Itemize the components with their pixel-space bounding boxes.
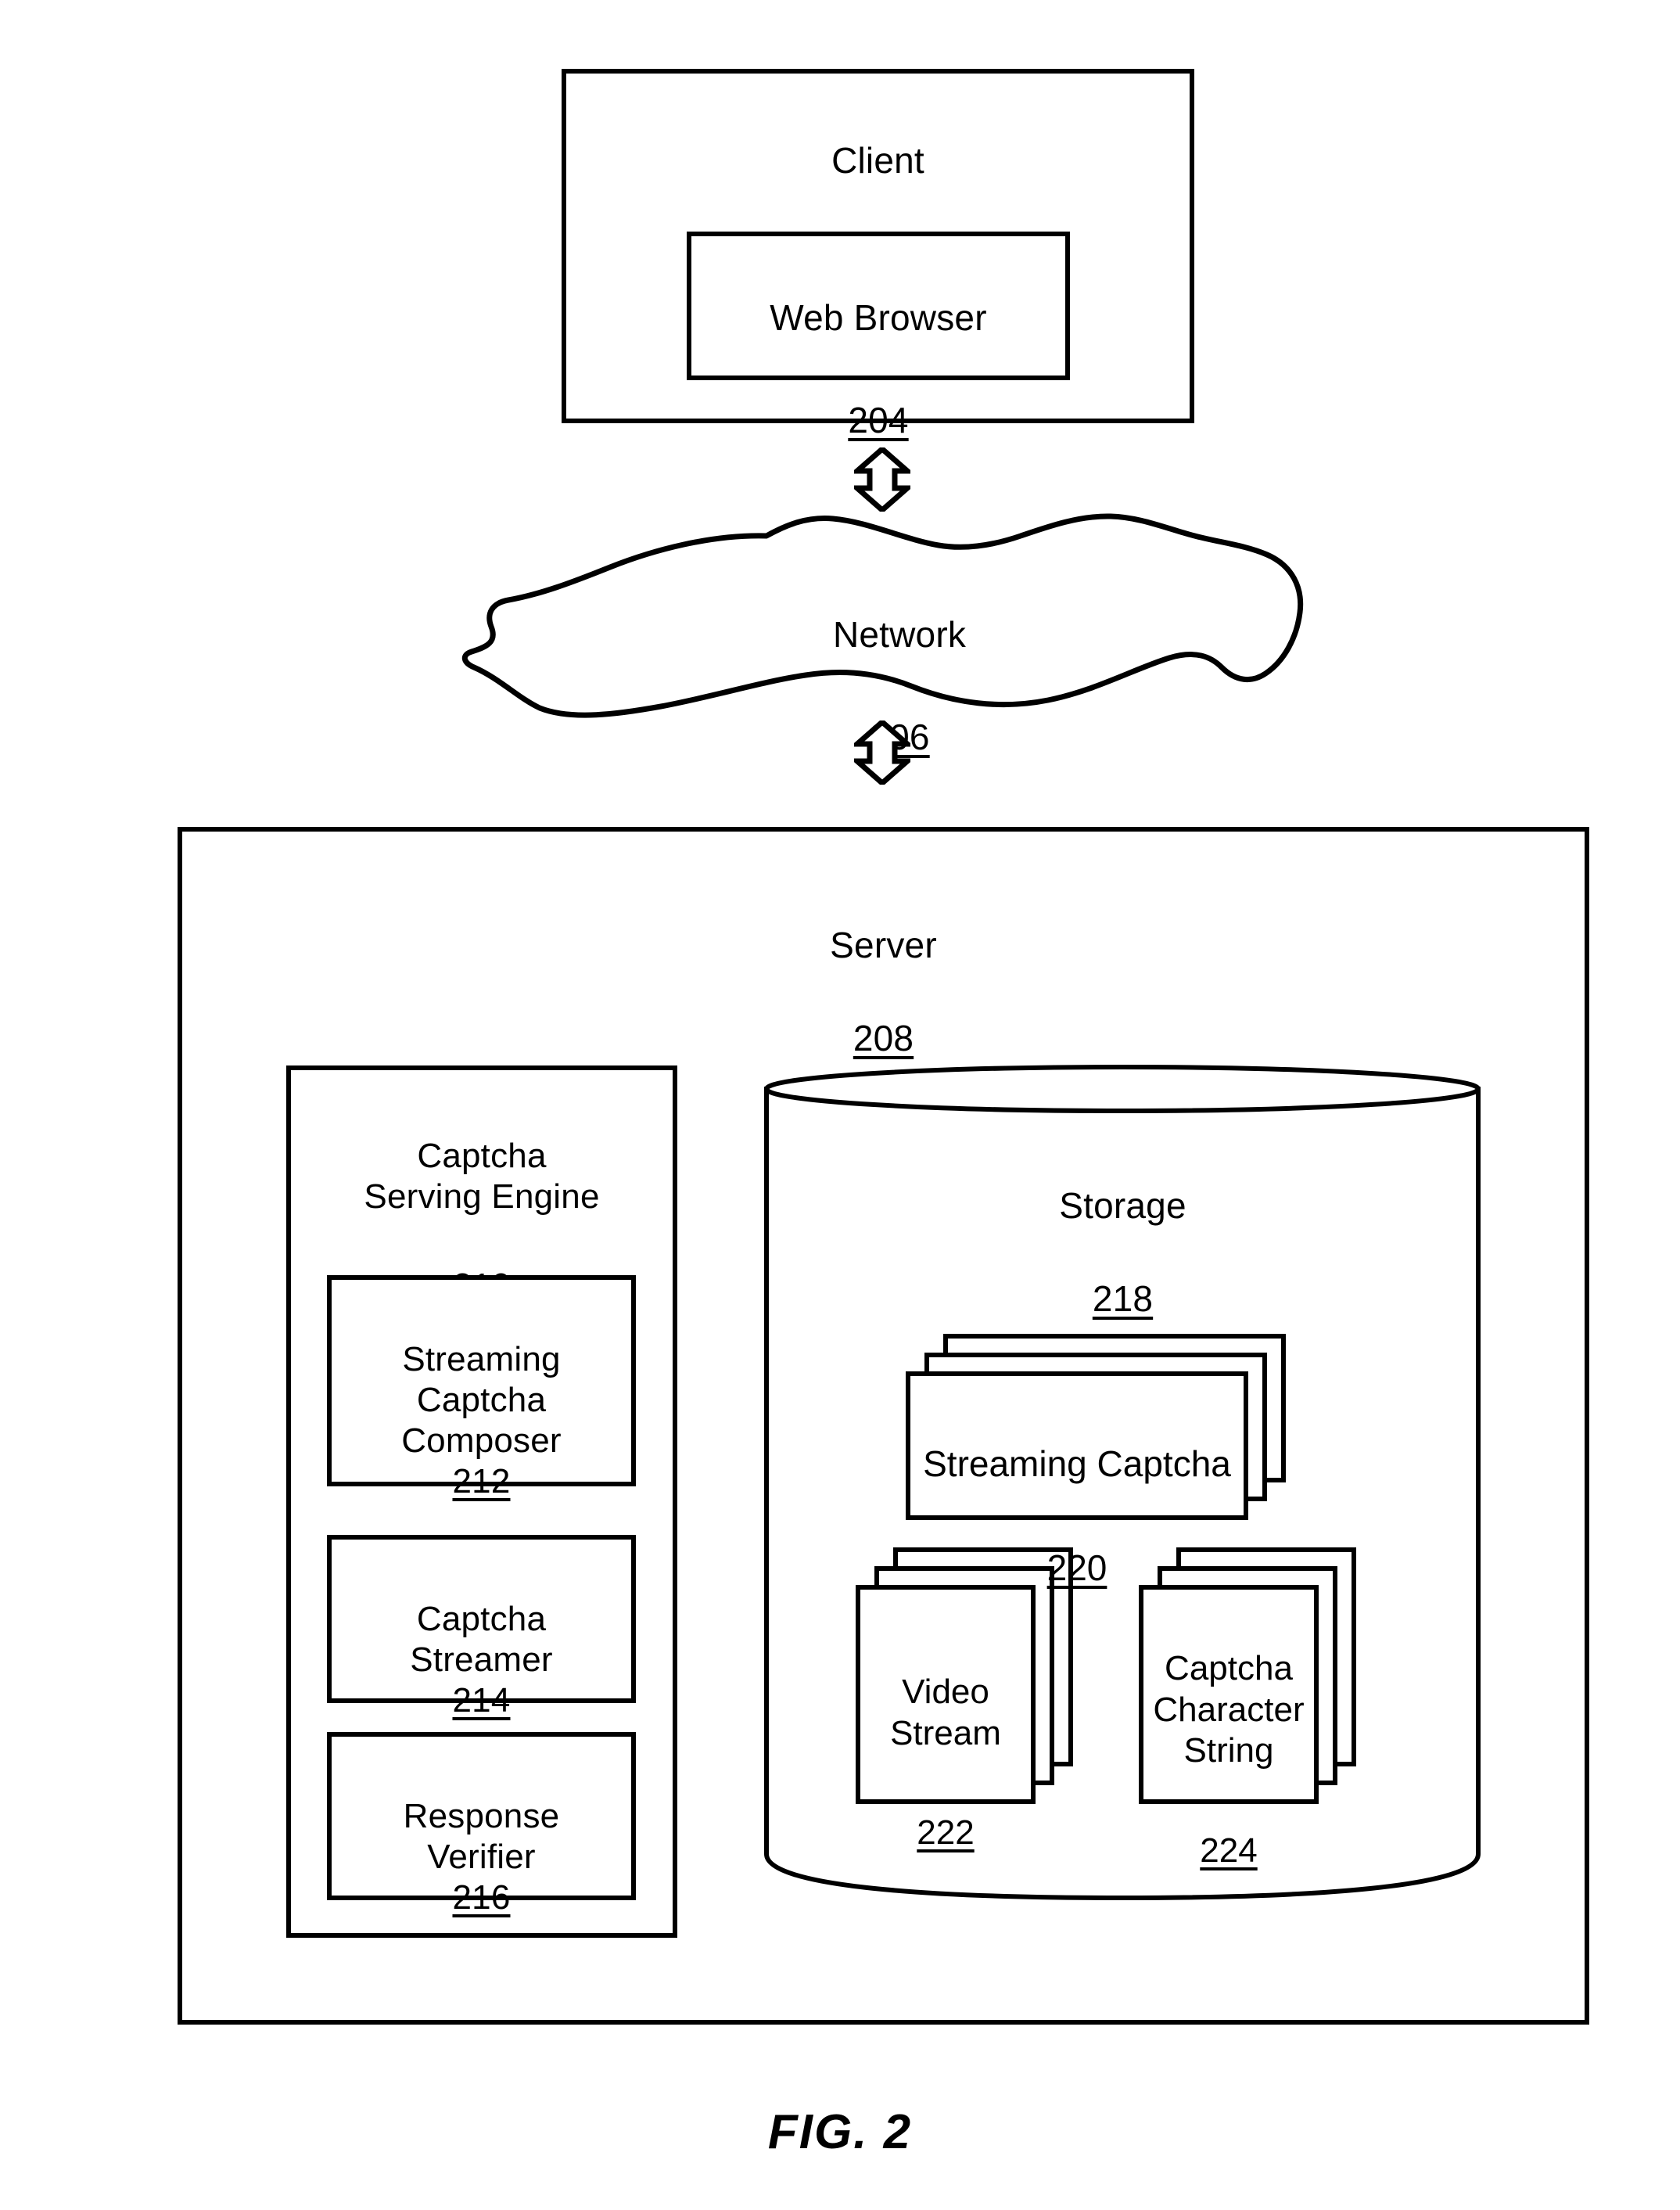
storage-ref: 218 [1092,1277,1154,1319]
video-stream-card-front: Video Stream 222 [856,1585,1036,1852]
streaming-captcha-composer-title: Streaming Captcha Composer [401,1339,562,1460]
response-verifier-title: Response Verifier [403,1796,560,1876]
streaming-captcha-title: Streaming Captcha [923,1443,1231,1485]
web-browser-title: Web Browser [770,297,987,339]
client-title: Client [831,140,924,181]
network-title: Network [832,614,967,656]
video-stream-title: Video Stream [890,1672,1001,1752]
captcha-character-string-ref: 224 [1200,1831,1258,1870]
streaming-captcha-composer-ref: 212 [452,1461,511,1500]
client-network-arrow [849,445,915,514]
captcha-serving-engine-title: Captcha Serving Engine [364,1136,600,1216]
captcha-streamer-ref: 214 [452,1680,511,1719]
streaming-captcha-card-front: Streaming Captcha 220 [906,1371,1248,1588]
captcha-character-string-label: Captcha Character String 224 [1143,1607,1314,1914]
storage-title: Storage [1059,1185,1186,1227]
server-ref: 208 [853,1017,914,1058]
patent-figure-2: Client 202 Web Browser 204 Network 206 S… [0,0,1680,2210]
response-verifier-label: Response Verifier 216 [327,1755,636,1959]
network-server-arrow [849,718,915,787]
response-verifier-ref: 216 [452,1878,511,1917]
streaming-captcha-composer-label: Streaming Captcha Composer 212 [327,1299,636,1542]
captcha-streamer-title: Captcha Streamer [410,1599,553,1679]
server-title: Server [830,925,937,966]
captcha-streamer-label: Captcha Streamer 214 [327,1558,636,1762]
captcha-character-string-card-front: Captcha Character String 224 [1139,1585,1319,1870]
storage-label: Storage 218 [757,1142,1488,1362]
video-stream-ref: 222 [917,1813,975,1852]
web-browser-ref: 204 [848,399,909,440]
figure-caption: FIG. 2 [767,2105,913,2159]
streaming-captcha-ref: 220 [1046,1547,1107,1588]
streaming-captcha-stack: Streaming Captcha 220 [906,1334,1297,1588]
video-stream-label: Video Stream 222 [860,1630,1031,1896]
captcha-character-string-stack: Captcha Character String 224 [1139,1547,1413,1870]
captcha-character-string-title: Captcha Character String [1153,1648,1305,1770]
